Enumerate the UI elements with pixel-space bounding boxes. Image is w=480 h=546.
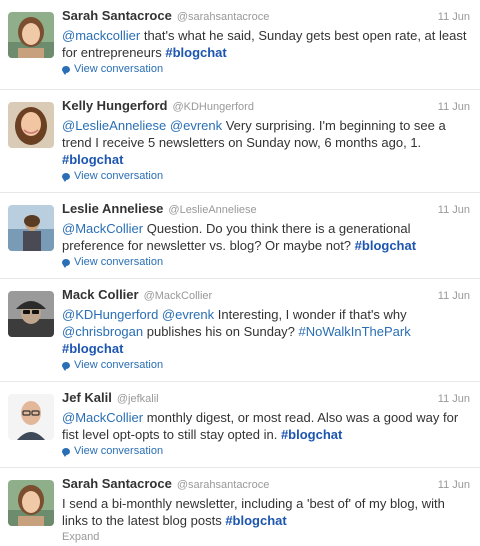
tweet[interactable]: Kelly Hungerford @KDHungerford 11 Jun @L… xyxy=(0,90,480,193)
woman-short-brown-hair-avatar[interactable] xyxy=(8,480,54,526)
hashtag-link[interactable]: #blogchat xyxy=(165,45,226,60)
view-conversation-label[interactable]: View conversation xyxy=(74,63,163,75)
author-handle[interactable]: @jefkalil xyxy=(117,393,159,405)
expand-link[interactable]: Expand xyxy=(62,531,470,543)
hashtag-link[interactable]: #blogchat xyxy=(355,238,416,253)
author-name[interactable]: Kelly Hungerford xyxy=(62,98,167,113)
timestamp[interactable]: 11 Jun xyxy=(438,204,470,216)
timestamp[interactable]: 11 Jun xyxy=(438,290,470,302)
tweet[interactable]: Sarah Santacroce @sarahsantacroce 11 Jun… xyxy=(0,468,480,546)
timestamp[interactable]: 11 Jun xyxy=(438,11,470,23)
hashtag-link[interactable]: #NoWalkInThePark xyxy=(299,324,411,339)
text-fragment: publishes his on Sunday? xyxy=(143,324,299,339)
view-conversation-link[interactable]: View conversation xyxy=(62,359,470,371)
author-name[interactable]: Jef Kalil xyxy=(62,390,112,405)
bald-man-glasses-avatar[interactable] xyxy=(8,394,54,440)
timestamp[interactable]: 11 Jun xyxy=(438,101,470,113)
view-conversation-link[interactable]: View conversation xyxy=(62,63,470,75)
hashtag-link[interactable]: #blogchat xyxy=(62,152,123,167)
timestamp[interactable]: 11 Jun xyxy=(438,393,470,405)
author-name[interactable]: Mack Collier xyxy=(62,287,139,302)
author-handle[interactable]: @LeslieAnneliese xyxy=(168,204,256,216)
woman-long-brown-hair-avatar[interactable] xyxy=(8,102,54,148)
tweet-text: @KDHungerford @evrenk Interesting, I won… xyxy=(62,306,470,357)
author-handle[interactable]: @MackCollier xyxy=(144,290,213,302)
author-handle[interactable]: @sarahsantacroce xyxy=(177,11,270,23)
expand-label[interactable]: Expand xyxy=(62,531,99,543)
text-fragment: Interesting, I wonder if that's why xyxy=(214,307,407,322)
mention-link[interactable]: @MackCollier xyxy=(62,221,143,236)
view-conversation-link[interactable]: View conversation xyxy=(62,256,470,268)
tweet-text: @MackCollier Question. Do you think ther… xyxy=(62,220,470,254)
tweet-feed: Sarah Santacroce @sarahsantacroce 11 Jun… xyxy=(0,0,480,546)
tweet[interactable]: Sarah Santacroce @sarahsantacroce 11 Jun… xyxy=(0,0,480,90)
tweet[interactable]: Leslie Anneliese @LeslieAnneliese 11 Jun… xyxy=(0,193,480,279)
mention-link[interactable]: @evrenk xyxy=(162,307,214,322)
speech-bubble-icon xyxy=(62,258,70,268)
author-name[interactable]: Sarah Santacroce xyxy=(62,476,172,491)
speech-bubble-icon xyxy=(62,172,70,182)
mention-link[interactable]: @KDHungerford xyxy=(62,307,158,322)
author-handle[interactable]: @sarahsantacroce xyxy=(177,479,270,491)
hashtag-link[interactable]: #blogchat xyxy=(225,513,286,528)
timestamp[interactable]: 11 Jun xyxy=(438,479,470,491)
tweet-text: @LeslieAnneliese @evrenk Very surprising… xyxy=(62,117,470,168)
mention-link[interactable]: @chrisbrogan xyxy=(62,324,143,339)
hashtag-link[interactable]: #blogchat xyxy=(62,341,123,356)
author-handle[interactable]: @KDHungerford xyxy=(172,101,253,113)
view-conversation-label[interactable]: View conversation xyxy=(74,256,163,268)
tweet-text: @MackCollier monthly digest, or most rea… xyxy=(62,409,470,443)
mention-link[interactable]: @MackCollier xyxy=(62,410,143,425)
speech-bubble-icon xyxy=(62,65,70,75)
tweet-text: I send a bi-monthly newsletter, includin… xyxy=(62,495,470,529)
speech-bubble-icon xyxy=(62,447,70,457)
view-conversation-label[interactable]: View conversation xyxy=(74,170,163,182)
view-conversation-link[interactable]: View conversation xyxy=(62,445,470,457)
hashtag-link[interactable]: #blogchat xyxy=(281,427,342,442)
author-name[interactable]: Sarah Santacroce xyxy=(62,8,172,23)
mention-link[interactable]: @mackcollier xyxy=(62,28,140,43)
tweet-text: @mackcollier that's what he said, Sunday… xyxy=(62,27,470,61)
mention-link[interactable]: @evrenk xyxy=(170,118,222,133)
view-conversation-label[interactable]: View conversation xyxy=(74,359,163,371)
author-name[interactable]: Leslie Anneliese xyxy=(62,201,163,216)
speech-bubble-icon xyxy=(62,361,70,371)
view-conversation-label[interactable]: View conversation xyxy=(74,445,163,457)
view-conversation-link[interactable]: View conversation xyxy=(62,170,470,182)
tweet[interactable]: Mack Collier @MackCollier 11 Jun @KDHung… xyxy=(0,279,480,382)
mention-link[interactable]: @LeslieAnneliese xyxy=(62,118,166,133)
man-cap-sunglasses-avatar[interactable] xyxy=(8,291,54,337)
tweet[interactable]: Jef Kalil @jefkalil 11 Jun @MackCollier … xyxy=(0,382,480,468)
woman-short-brown-hair-avatar[interactable] xyxy=(8,12,54,58)
woman-outdoor-water-avatar[interactable] xyxy=(8,205,54,251)
